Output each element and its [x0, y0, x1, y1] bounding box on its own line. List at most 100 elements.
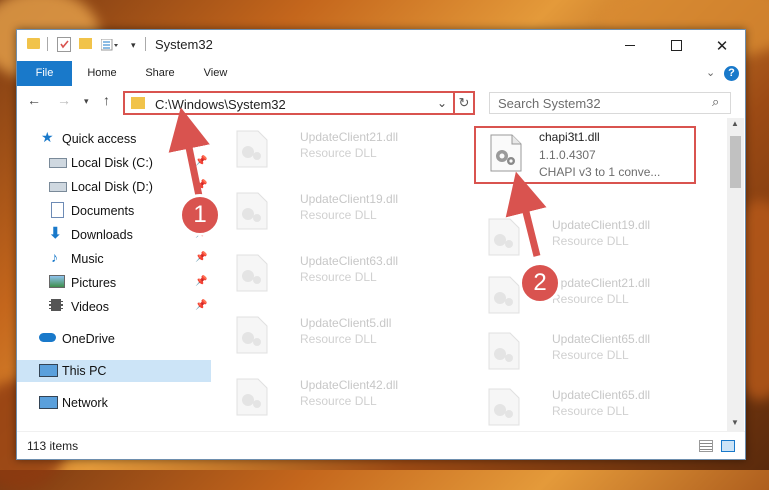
chevron-down-icon[interactable]: ▾: [131, 40, 136, 51]
sidebar-item-label: Downloads: [71, 228, 133, 242]
pin-icon: 📌: [195, 300, 208, 311]
file-name: UpdateClient42.dll: [300, 378, 399, 392]
file-name: UpdateClient63.dll: [300, 254, 399, 268]
minimize-button[interactable]: [607, 30, 653, 61]
pictures-icon: [49, 275, 65, 288]
file-item[interactable]: UpdateClient5.dll Resource DLL: [228, 312, 478, 358]
file-description: Resource DLL: [300, 208, 377, 222]
sidebar-item-this-pc[interactable]: This PC: [17, 360, 211, 382]
file-description: Resource DLL: [300, 332, 377, 346]
sidebar-item-music[interactable]: ♪ Music 📌: [17, 248, 211, 270]
dll-file-icon: [488, 218, 520, 256]
sidebar-item-downloads[interactable]: ⬇ Downloads 📌: [17, 224, 211, 246]
vertical-scrollbar[interactable]: ▲ ▼: [727, 118, 744, 431]
new-folder-icon[interactable]: [79, 38, 92, 49]
pin-icon: 📌: [195, 156, 208, 167]
step-2-badge: 2: [519, 262, 561, 304]
quick-access-customize-icon[interactable]: [100, 38, 119, 51]
item-count: 113 items: [27, 439, 79, 453]
forward-arrow-icon[interactable]: →: [57, 92, 71, 108]
drive-icon: [49, 182, 67, 192]
pin-icon: 📌: [195, 252, 208, 263]
maximize-button[interactable]: [653, 30, 699, 61]
sidebar-item-pictures[interactable]: Pictures 📌: [17, 272, 211, 294]
file-item[interactable]: UpdateClient65.dll Resource DLL: [480, 384, 726, 430]
sidebar-item-label: Local Disk (C:): [71, 156, 153, 170]
file-item[interactable]: UpdateClient21.dll Resource DLL: [228, 126, 478, 172]
scroll-down-icon[interactable]: ▼: [731, 418, 739, 427]
file-description: Resource DLL: [552, 234, 629, 248]
separator: [145, 37, 146, 51]
sidebar-item-quick-access[interactable]: ★ Quick access: [17, 128, 211, 150]
large-icons-view-icon[interactable]: [721, 440, 735, 452]
sidebar-item-local-disk-c[interactable]: Local Disk (C:) 📌: [17, 152, 211, 174]
file-name: UpdateClient65.dll: [552, 332, 651, 346]
file-item[interactable]: UpdateClient42.dll Resource DLL: [228, 374, 478, 420]
chevron-down-icon[interactable]: ⌄: [437, 96, 447, 110]
sidebar-item-network[interactable]: Network: [17, 392, 211, 414]
file-description: Resource DLL: [300, 394, 377, 408]
status-bar: 113 items: [17, 431, 745, 459]
file-name: UpdateClient19.dll: [300, 192, 399, 206]
separator: [47, 37, 48, 51]
properties-icon[interactable]: [57, 37, 71, 52]
sidebar-item-local-disk-d[interactable]: Local Disk (D:) 📌: [17, 176, 211, 198]
sidebar-item-label: Pictures: [71, 276, 117, 290]
help-icon[interactable]: ?: [724, 66, 739, 81]
file-name: UpdateClient5.dll: [300, 316, 392, 330]
search-placeholder: Search System32: [498, 96, 601, 111]
sidebar-item-label: Documents: [71, 204, 135, 218]
highlight-box: [474, 126, 696, 184]
file-item[interactable]: UpdateClient63.dll Resource DLL: [228, 250, 478, 296]
file-name: UpdateClient21.dll: [300, 130, 399, 144]
tab-home[interactable]: Home: [77, 61, 127, 86]
file-item[interactable]: UpdateClient19.dll Resource DLL: [228, 188, 478, 234]
tab-share[interactable]: Share: [135, 61, 185, 86]
cloud-icon: [39, 333, 56, 342]
file-description: Resource DLL: [552, 348, 629, 362]
music-icon: ♪: [51, 249, 58, 265]
up-arrow-icon[interactable]: ↑: [103, 92, 110, 108]
back-arrow-icon[interactable]: ←: [27, 92, 41, 108]
star-icon: ★: [41, 129, 54, 145]
dll-file-icon: [488, 332, 520, 370]
minimize-icon: [625, 45, 635, 46]
recent-locations-icon[interactable]: ▾: [84, 96, 89, 107]
sidebar-item-onedrive[interactable]: OneDrive: [17, 328, 211, 350]
dll-file-icon: [236, 130, 268, 168]
sidebar-item-label: This PC: [62, 364, 107, 378]
scrollbar-thumb[interactable]: [730, 136, 741, 188]
tab-view[interactable]: View: [193, 61, 238, 86]
drive-icon: [49, 158, 67, 168]
search-icon: ⌕: [712, 94, 720, 109]
scroll-up-icon[interactable]: ▲: [731, 119, 739, 128]
ribbon-expand-icon[interactable]: ⌄: [706, 66, 715, 79]
file-item[interactable]: UpdateClient65.dll Resource DLL: [480, 328, 726, 374]
details-view-icon[interactable]: [699, 440, 713, 452]
dll-file-icon: [236, 192, 268, 230]
sidebar-item-label: Quick access: [62, 132, 137, 146]
close-icon: ✕: [715, 37, 729, 55]
address-path[interactable]: C:\Windows\System32: [155, 97, 286, 112]
title-bar: ▾ System32 ✕: [17, 30, 745, 61]
file-item[interactable]: UpdateClient21.dll Resource DLL: [480, 272, 726, 318]
file-description: Resource DLL: [300, 146, 377, 160]
address-bar[interactable]: C:\Windows\System32 ⌄: [123, 91, 475, 115]
folder-icon: [27, 38, 40, 49]
file-description: Resource DLL: [300, 270, 377, 284]
window-title: System32: [155, 37, 213, 52]
refresh-button[interactable]: ↻: [453, 91, 475, 115]
dll-file-icon: [488, 276, 520, 314]
address-row: ← → ▾ ↑ C:\Windows\System32 ⌄ ↻ Search S…: [17, 86, 745, 118]
video-icon: [49, 299, 63, 311]
explorer-window: ▾ System32 ✕ File Home Share View ⌄ ? ← …: [16, 29, 746, 460]
ribbon: File Home Share View ⌄ ?: [17, 61, 745, 107]
close-button[interactable]: ✕: [699, 30, 745, 61]
file-item[interactable]: UpdateClient19.dll Resource DLL: [480, 214, 726, 260]
file-description: Resource DLL: [552, 404, 629, 418]
navigation-pane: ★ Quick access Local Disk (C:) 📌 Local D…: [17, 118, 211, 431]
maximize-icon: [670, 40, 682, 51]
sidebar-item-videos[interactable]: Videos 📌: [17, 296, 211, 318]
search-input[interactable]: Search System32 ⌕: [489, 92, 731, 114]
computer-icon: [39, 364, 58, 377]
